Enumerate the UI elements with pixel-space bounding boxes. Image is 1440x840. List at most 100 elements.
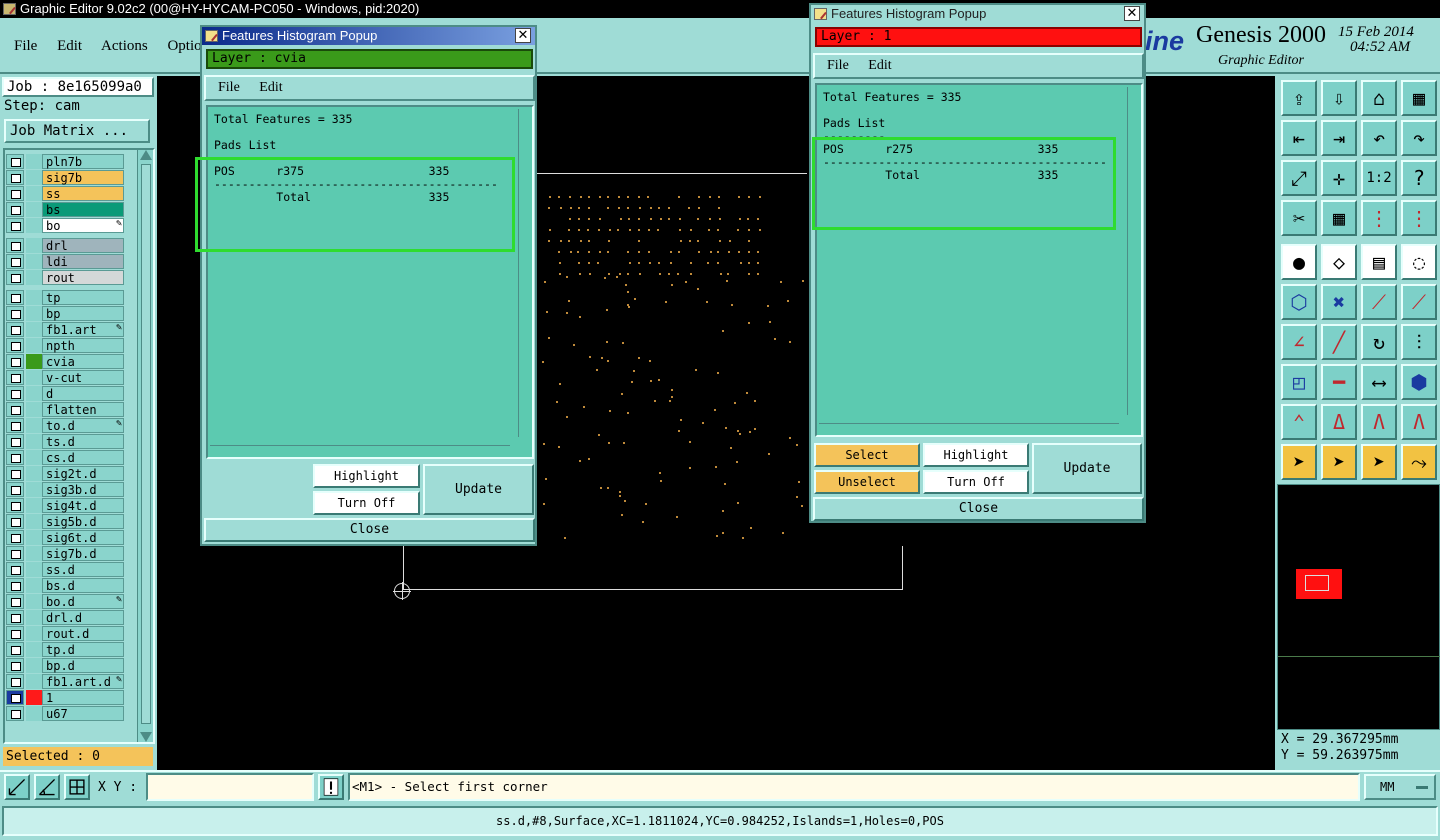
layer-color-swatch[interactable]: [26, 170, 42, 185]
layer-row-bp[interactable]: bp: [6, 306, 124, 321]
popup2-menu-file[interactable]: File: [827, 58, 849, 73]
layer-color-swatch[interactable]: [26, 218, 42, 233]
snap-corner-icon[interactable]: [4, 774, 30, 800]
popup1-vscroll[interactable]: [518, 109, 530, 437]
layer-name[interactable]: 1: [42, 690, 124, 705]
units-select[interactable]: MM: [1364, 774, 1436, 800]
layer-name[interactable]: pln7b: [42, 154, 124, 169]
route-icon[interactable]: ⤳: [1401, 444, 1437, 480]
mini-map-viewport[interactable]: [1296, 569, 1342, 599]
layer-checkbox[interactable]: [6, 290, 24, 305]
save-icon[interactable]: ⇩: [1321, 80, 1357, 116]
layer-color-swatch[interactable]: [26, 322, 42, 337]
layer-name[interactable]: ts.d: [42, 434, 124, 449]
slash-icon[interactable]: ╱: [1321, 324, 1357, 360]
layer-color-swatch[interactable]: [26, 154, 42, 169]
grid-icon[interactable]: ▦: [1321, 200, 1357, 236]
layer-row-u67[interactable]: u67: [6, 706, 124, 721]
popup2-turnoff-button[interactable]: Turn Off: [923, 470, 1029, 494]
layer-name[interactable]: fb1.art: [42, 322, 124, 337]
split-icon[interactable]: ⫶: [1401, 324, 1437, 360]
layer-color-swatch[interactable]: [26, 674, 42, 689]
popup1-turnoff-button[interactable]: Turn Off: [313, 491, 420, 515]
zoom-in-right-icon[interactable]: ⇥: [1321, 120, 1357, 156]
layer-checkbox[interactable]: [6, 202, 24, 217]
grid-snap-icon[interactable]: [64, 774, 90, 800]
layer-checkbox[interactable]: [6, 218, 24, 233]
layer-name[interactable]: sig2t.d: [42, 466, 124, 481]
layer-name[interactable]: cs.d: [42, 450, 124, 465]
zoom-center-icon[interactable]: ✛: [1321, 160, 1357, 196]
layer-row-fb1.art.d[interactable]: fb1.art.d ✎: [6, 674, 124, 689]
layer-checkbox[interactable]: [6, 354, 24, 369]
layer-row-pln7b[interactable]: pln7b: [6, 154, 124, 169]
snap-angle-icon[interactable]: [34, 774, 60, 800]
layer-row-ss.d[interactable]: ss.d: [6, 562, 124, 577]
layer-name[interactable]: u67: [42, 706, 124, 721]
layer-list-scrollbar[interactable]: [137, 150, 153, 742]
layer-row-d[interactable]: d: [6, 386, 124, 401]
dim-icon[interactable]: ⟷: [1361, 364, 1397, 400]
layer-checkbox[interactable]: [6, 434, 24, 449]
layer-color-swatch[interactable]: [26, 354, 42, 369]
job-matrix-button[interactable]: Job Matrix ...: [4, 119, 150, 143]
popup1-update-button[interactable]: Update: [423, 464, 534, 515]
layer-row-ldi[interactable]: ldi: [6, 254, 124, 269]
layer-row-1[interactable]: 1: [6, 690, 124, 705]
layer-color-swatch[interactable]: [26, 338, 42, 353]
layer-name[interactable]: bs.d: [42, 578, 124, 593]
layer-checkbox[interactable]: [6, 154, 24, 169]
layer-color-swatch[interactable]: [26, 402, 42, 417]
layer-checkbox[interactable]: [6, 338, 24, 353]
layer-color-swatch[interactable]: [26, 270, 42, 285]
layer-checkbox[interactable]: [6, 546, 24, 561]
ruler-icon[interactable]: ▤: [1361, 244, 1397, 280]
layer-row-ss[interactable]: ss: [6, 186, 124, 201]
layer-checkbox[interactable]: [6, 270, 24, 285]
popup1-close-button[interactable]: Close: [204, 518, 535, 542]
layer-row-drl[interactable]: drl: [6, 238, 124, 253]
layer-name[interactable]: d: [42, 386, 124, 401]
layer-checkbox[interactable]: [6, 466, 24, 481]
layer-color-swatch[interactable]: [26, 498, 42, 513]
triangle-a-icon[interactable]: Δ: [1321, 404, 1357, 440]
layer-color-swatch[interactable]: [26, 706, 42, 721]
layer-color-swatch[interactable]: [26, 626, 42, 641]
layer-row-rout.d[interactable]: rout.d: [6, 626, 124, 641]
layer-checkbox[interactable]: [6, 402, 24, 417]
popup2-menu-edit[interactable]: Edit: [868, 58, 891, 73]
layer-row-cvia[interactable]: cvia: [6, 354, 124, 369]
snap-cross-icon[interactable]: ✖: [1321, 284, 1357, 320]
rotate-icon[interactable]: ◇: [1321, 244, 1357, 280]
layer-checkbox[interactable]: [6, 530, 24, 545]
layer-row-drl.d[interactable]: drl.d: [6, 610, 124, 625]
layer-row-sig4t.d[interactable]: sig4t.d: [6, 498, 124, 513]
menu-file[interactable]: File: [14, 38, 37, 54]
layer-color-swatch[interactable]: [26, 562, 42, 577]
layer-name[interactable]: sig7b.d: [42, 546, 124, 561]
layer-checkbox[interactable]: [6, 690, 24, 705]
redo-zoom-icon[interactable]: ↷: [1401, 120, 1437, 156]
layer-name[interactable]: v-cut: [42, 370, 124, 385]
trace-icon[interactable]: ⌃: [1281, 404, 1317, 440]
layer-color-swatch[interactable]: [26, 690, 42, 705]
alert-icon[interactable]: [318, 774, 344, 800]
layer-color-swatch[interactable]: [26, 202, 42, 217]
layer-name[interactable]: bo: [42, 218, 124, 233]
layer-name[interactable]: fb1.art.d: [42, 674, 124, 689]
circle-dotted-icon[interactable]: ◌: [1401, 244, 1437, 280]
pointer-red-icon[interactable]: ➤: [1361, 444, 1397, 480]
layer-checkbox[interactable]: [6, 238, 24, 253]
layer-checkbox[interactable]: [6, 254, 24, 269]
layer-color-swatch[interactable]: [26, 186, 42, 201]
layer-color-swatch[interactable]: [26, 482, 42, 497]
scroll-down-icon[interactable]: [140, 732, 152, 742]
layer-row-sig7b[interactable]: sig7b: [6, 170, 124, 185]
line-point-icon[interactable]: ⟋: [1361, 284, 1397, 320]
layer-color-swatch[interactable]: [26, 290, 42, 305]
popup2-update-button[interactable]: Update: [1032, 443, 1142, 494]
layer-name[interactable]: sig4t.d: [42, 498, 124, 513]
layer-checkbox[interactable]: [6, 370, 24, 385]
layer-color-swatch[interactable]: [26, 386, 42, 401]
layer-row-bs[interactable]: bs: [6, 202, 124, 217]
